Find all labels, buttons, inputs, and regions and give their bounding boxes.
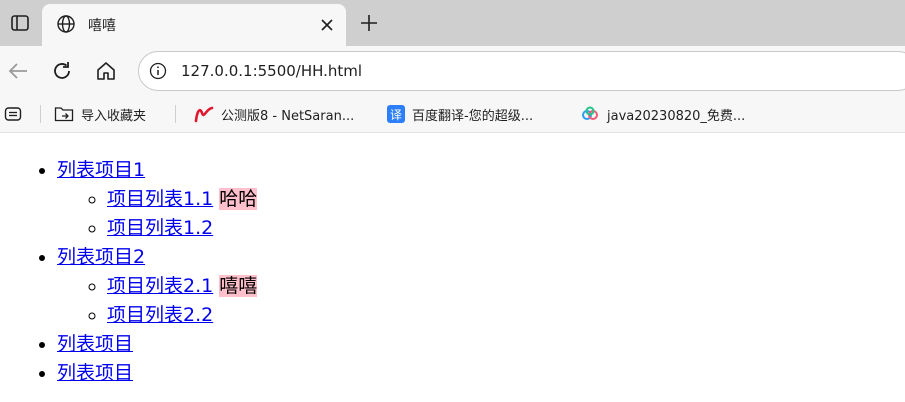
sub-list-item: 项目列表1.1 哈哈	[107, 185, 905, 214]
bookmark-netsarang[interactable]: 公测版8 - NetSaran...	[194, 103, 354, 125]
baidu-translate-icon: 译	[387, 105, 405, 123]
bookmark-label: 公测版8 - NetSaran...	[221, 108, 355, 124]
toolbar: 127.0.0.1:5500/HH.html	[0, 46, 905, 96]
active-tab[interactable]: 嘻嘻	[42, 4, 346, 46]
bookmarks-icon	[4, 107, 22, 121]
list-item-link[interactable]: 列表项目1	[57, 159, 145, 181]
import-folder-icon	[54, 107, 74, 122]
url-text[interactable]: 127.0.0.1:5500/HH.html	[181, 62, 362, 80]
highlight-note: 哈哈	[219, 188, 258, 210]
main-list: 列表项目1 项目列表1.1 哈哈 项目列表1.2 列表项目2 项目列表2.1 嘻…	[0, 134, 905, 388]
sub-list: 项目列表2.1 嘻嘻 项目列表2.2	[57, 272, 905, 330]
back-button[interactable]	[3, 56, 33, 86]
bookmark-java[interactable]: java20230820_免费...	[580, 103, 745, 125]
sub-list-item-link[interactable]: 项目列表2.2	[107, 304, 213, 326]
sub-list-item-link[interactable]: 项目列表1.2	[107, 217, 213, 239]
list-item-link[interactable]: 列表项目	[57, 333, 133, 355]
tab-actions-button[interactable]	[0, 0, 40, 46]
new-tab-button[interactable]	[356, 10, 382, 36]
bookmark-import[interactable]: 导入收藏夹	[54, 103, 146, 125]
list-item-link[interactable]: 列表项目	[57, 362, 133, 384]
sub-list-item: 项目列表2.2	[107, 301, 905, 330]
bookmark-baidu-fanyi[interactable]: 译 百度翻译-您的超级...	[387, 103, 533, 125]
home-button[interactable]	[91, 56, 121, 86]
close-icon	[321, 19, 333, 31]
highlight-note: 嘻嘻	[219, 275, 258, 297]
sub-list-item-link[interactable]: 项目列表1.1	[107, 188, 213, 210]
cloud-drive-icon	[582, 106, 598, 120]
tab-actions-icon	[11, 15, 29, 31]
bookmarks-menu-button[interactable]	[4, 103, 22, 125]
sub-list-item: 项目列表1.2	[107, 214, 905, 243]
plus-icon	[361, 15, 377, 31]
refresh-icon	[54, 62, 70, 79]
bookmark-label: java20230820_免费...	[607, 108, 746, 124]
bookmark-label: 导入收藏夹	[81, 108, 147, 124]
home-icon	[97, 62, 115, 80]
list-item: 列表项目	[57, 359, 905, 388]
sub-list: 项目列表1.1 哈哈 项目列表1.2	[57, 185, 905, 243]
list-item: 列表项目	[57, 330, 905, 359]
sub-list-item: 项目列表2.1 嘻嘻	[107, 272, 905, 301]
bookmarks-bar: 导入收藏夹 公测版8 - NetSaran... 译 百度翻译-您的超级... …	[0, 96, 905, 133]
list-item: 列表项目2 项目列表2.1 嘻嘻 项目列表2.2	[57, 243, 905, 330]
tab-strip: 嘻嘻	[0, 0, 905, 46]
address-bar[interactable]: 127.0.0.1:5500/HH.html	[138, 51, 905, 91]
list-item: 列表项目1 项目列表1.1 哈哈 项目列表1.2	[57, 156, 905, 243]
list-item-link[interactable]: 列表项目2	[57, 246, 145, 268]
globe-icon	[57, 15, 75, 33]
sub-list-item-link[interactable]: 项目列表2.1	[107, 275, 213, 297]
bookmark-separator	[175, 105, 176, 123]
page-content: 列表项目1 项目列表1.1 哈哈 项目列表1.2 列表项目2 项目列表2.1 嘻…	[0, 134, 905, 402]
info-icon[interactable]	[149, 62, 167, 80]
tab-title: 嘻嘻	[88, 18, 116, 34]
back-arrow-icon	[8, 63, 27, 79]
close-tab-button[interactable]	[316, 14, 338, 36]
netsarang-icon	[194, 106, 214, 123]
refresh-button[interactable]	[47, 56, 77, 86]
bookmark-separator	[40, 105, 41, 123]
bookmark-label: 百度翻译-您的超级...	[412, 108, 534, 124]
